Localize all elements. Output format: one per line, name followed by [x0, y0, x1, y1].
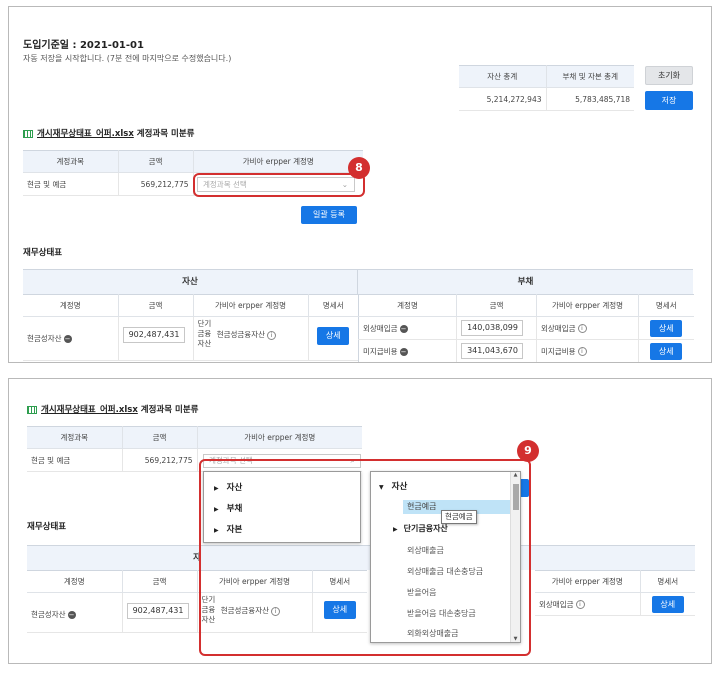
- spreadsheet-icon: [27, 405, 37, 414]
- unclassified-header-account: 계정과목: [27, 426, 123, 449]
- fs-title: 재무상태표: [23, 248, 63, 258]
- info-icon[interactable]: i: [577, 347, 587, 356]
- unclassified-header-amount: 금액: [118, 150, 194, 173]
- file-link[interactable]: 개시재무상태표_어퍼.xlsx: [37, 129, 134, 139]
- unclassified-account: 현금 및 예금: [23, 172, 119, 196]
- step-badge-8: 8: [348, 157, 370, 179]
- liab-table: 계정명 금액 가비아 erpper 계정명 명세서 외상매입금 − 140,038…: [358, 294, 694, 362]
- panel-top: 도입기준일 : 2021-01-01 자동 저장을 시작합니다. (7분 전에 …: [8, 6, 712, 363]
- asset-header-amount: 금액: [118, 294, 194, 317]
- asset-amount-input[interactable]: 902,487,431: [122, 327, 185, 343]
- total-assets-header: 자산 총계: [459, 65, 547, 88]
- unclassified-header-amount: 금액: [122, 426, 198, 449]
- asset-header-amount: 금액: [122, 570, 198, 593]
- liab-header-detail: 명세서: [640, 570, 695, 593]
- minus-icon[interactable]: −: [67, 611, 76, 619]
- asset-amount-input[interactable]: 902,487,431: [126, 603, 189, 619]
- asset-header-detail: 명세서: [308, 294, 358, 317]
- asset-header-name: 계정명: [23, 294, 119, 317]
- liab-row-name: 외상매입금: [363, 323, 398, 333]
- liab-mapped-name: 미지급비용: [541, 346, 576, 356]
- highlight-box-8: [193, 173, 365, 197]
- liab-header-name: 계정명: [358, 294, 457, 317]
- total-liab-equity-value: 5,783,485,718: [546, 87, 634, 111]
- asset-header-mapped: 가비아 erpper 계정명: [193, 294, 309, 317]
- liab-section-header: 부채: [358, 269, 693, 294]
- bulk-register-button[interactable]: 일괄 등록: [301, 206, 357, 224]
- liab-detail-button[interactable]: 상세: [651, 595, 684, 613]
- liab-header-amount: 금액: [456, 294, 537, 317]
- unclassified-label: 계정과목 미분류: [137, 405, 199, 415]
- liab-table: 가비아 erpper 계정명 명세서 외상매입금 i 상세: [535, 570, 695, 616]
- asset-header-name: 계정명: [27, 570, 123, 593]
- liab-header-detail: 명세서: [638, 294, 694, 317]
- liab-amount-input[interactable]: 140,038,099: [461, 320, 523, 336]
- info-icon[interactable]: i: [267, 330, 277, 340]
- highlight-box-9: [199, 459, 531, 656]
- minus-icon[interactable]: −: [63, 335, 72, 343]
- spreadsheet-icon: [23, 129, 33, 138]
- unclassified-amount: 569,212,775: [122, 448, 198, 472]
- total-liab-equity-header: 부채 및 자본 총계: [546, 65, 634, 88]
- asset-table: 계정명 금액 가비아 erpper 계정명 명세서 현금성자산 − 902,487…: [23, 294, 358, 361]
- file-link[interactable]: 개시재무상태표_어퍼.xlsx: [41, 405, 138, 415]
- liab-detail-button[interactable]: 상세: [650, 319, 683, 337]
- unclassified-title: 개시재무상태표_어퍼.xlsx 계정과목 미분류: [27, 403, 198, 415]
- minus-icon[interactable]: −: [399, 324, 408, 333]
- asset-row-name: 현금성자산: [31, 610, 66, 619]
- totals-table: 자산 총계 부채 및 자본 총계 5,214,272,943 5,783,485…: [459, 65, 634, 111]
- fs-title: 재무상태표: [27, 522, 67, 532]
- table-row: 외상매입금 i 상세: [535, 592, 695, 616]
- liab-header-mapped: 가비아 erpper 계정명: [536, 294, 639, 317]
- asset-mapped-name: 현금성금융자산: [216, 330, 266, 339]
- asset-section-header: 자산: [23, 269, 358, 294]
- liab-detail-button[interactable]: 상세: [650, 342, 683, 360]
- asset-group-line-3: 자산: [197, 339, 212, 348]
- total-assets-value: 5,214,272,943: [459, 87, 547, 111]
- asset-group-line-1: 단기: [197, 319, 212, 328]
- autosave-message: 자동 저장을 시작합니다. (7분 전에 마지막으로 수정했습니다.): [23, 54, 232, 63]
- asset-row-name: 현금성자산: [27, 334, 62, 343]
- intro-date: 도입기준일 : 2021-01-01: [23, 40, 144, 51]
- info-icon[interactable]: i: [577, 324, 587, 333]
- unclassified-header-mapped: 가비아 erpper 계정명: [197, 426, 362, 449]
- unclassified-label: 계정과목 미분류: [133, 129, 195, 139]
- asset-detail-button[interactable]: 상세: [317, 327, 350, 345]
- table-row: 미지급비용 − 341,043,670 미지급비용 i 상세: [358, 339, 694, 362]
- save-button[interactable]: 저장: [645, 91, 693, 110]
- panel-bottom: 개시재무상태표_어퍼.xlsx 계정과목 미분류 계정과목 금액 가비아 erp…: [8, 378, 712, 664]
- asset-group-line-2: 금융: [197, 329, 212, 338]
- minus-icon[interactable]: −: [399, 347, 408, 356]
- table-row: 외상매입금 − 140,038,099 외상매입금 i 상세: [358, 316, 694, 340]
- liab-row-name: 미지급비용: [363, 346, 398, 356]
- step-badge-9: 9: [517, 440, 539, 462]
- table-row: 현금성자산 − 902,487,431 단기 금융 자산 현금성금융자산 i 상세: [23, 316, 358, 361]
- liab-mapped-name: 외상매입금: [539, 599, 574, 609]
- liab-header-mapped: 가비아 erpper 계정명: [535, 570, 641, 593]
- reset-button[interactable]: 초기화: [645, 66, 693, 85]
- liab-amount-input[interactable]: 341,043,670: [461, 343, 523, 359]
- unclassified-amount: 569,212,775: [118, 172, 194, 196]
- unclassified-header-mapped: 가비아 erpper 계정명: [193, 150, 363, 173]
- unclassified-title: 개시재무상태표_어퍼.xlsx 계정과목 미분류: [23, 127, 194, 139]
- liab-mapped-name: 외상매입금: [541, 323, 576, 333]
- unclassified-account: 현금 및 예금: [27, 448, 123, 472]
- info-icon[interactable]: i: [575, 600, 585, 609]
- unclassified-header-account: 계정과목: [23, 150, 119, 173]
